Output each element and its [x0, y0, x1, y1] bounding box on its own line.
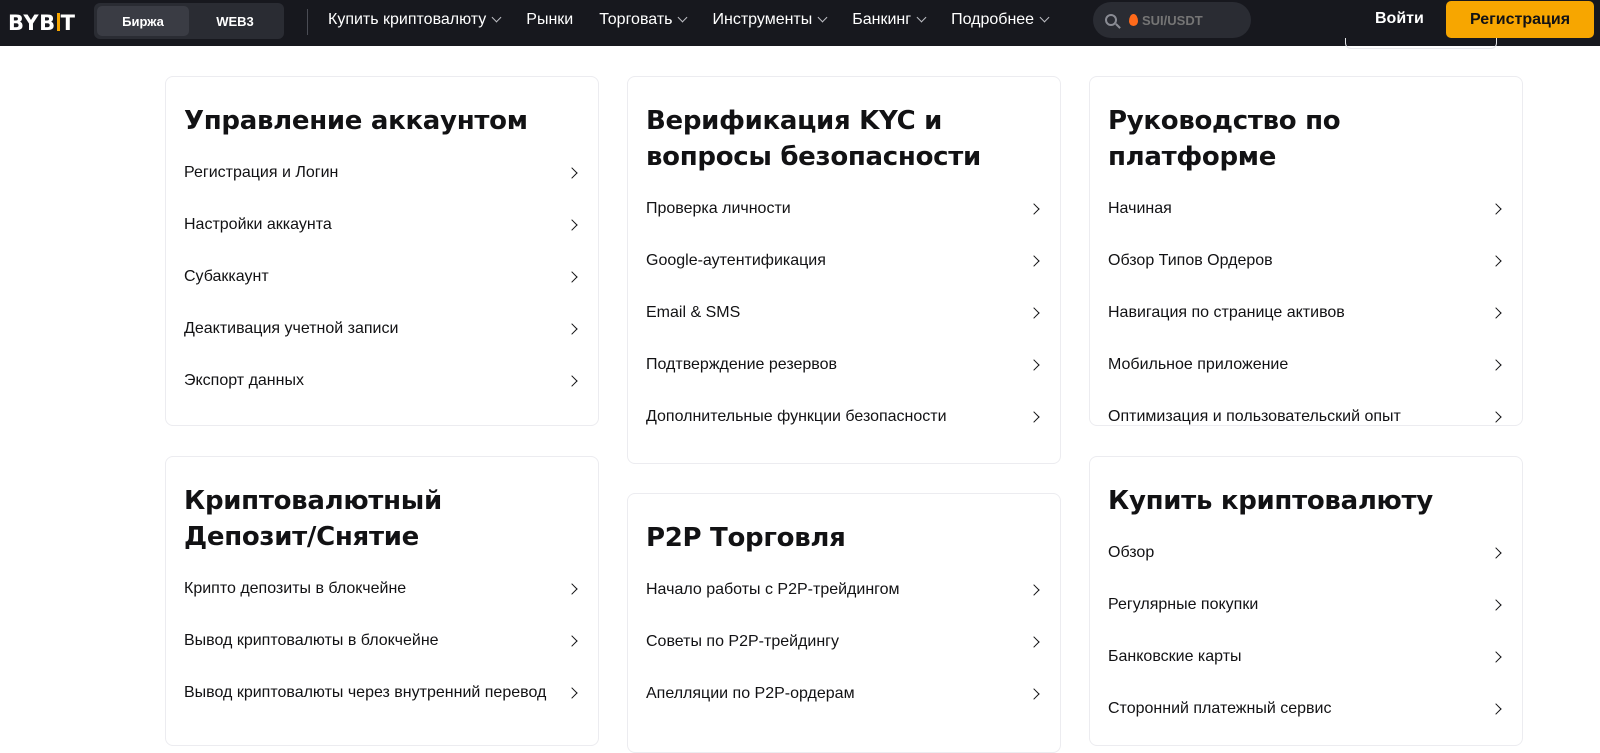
chevron-right-icon: [1490, 203, 1502, 215]
chevron-down-icon: [817, 12, 828, 23]
chevron-down-icon: [1039, 12, 1050, 23]
list-item[interactable]: Мобильное приложение: [1108, 339, 1504, 391]
card-list: Обзор Регулярные покупки Банковские карт…: [1108, 527, 1504, 735]
list-item[interactable]: Регулярные покупки: [1108, 579, 1504, 631]
segment-exchange[interactable]: Биржа: [97, 6, 189, 36]
list-item[interactable]: Навигация по странице активов: [1108, 287, 1504, 339]
chevron-right-icon: [566, 323, 578, 335]
list-item[interactable]: Советы по P2P-трейдингу: [646, 616, 1042, 668]
chevron-right-icon: [566, 375, 578, 387]
list-item[interactable]: Подтверждение резервов: [646, 339, 1042, 391]
chevron-right-icon: [1028, 307, 1040, 319]
nav-banking[interactable]: Банкинг: [852, 11, 927, 29]
list-item[interactable]: Вывод криптовалюты через внутренний пере…: [184, 667, 580, 719]
card-title: Купить криптовалюту: [1108, 486, 1433, 516]
chevron-right-icon: [1490, 359, 1502, 371]
list-item[interactable]: Дополнительные функции безопасности: [646, 391, 1042, 443]
chevron-right-icon: [1490, 599, 1502, 611]
chevron-right-icon: [1490, 411, 1502, 423]
register-button[interactable]: Регистрация: [1446, 1, 1594, 38]
nav-markets[interactable]: Рынки: [526, 11, 573, 29]
list-item[interactable]: Настройки аккаунта: [184, 199, 580, 251]
card-title: P2P Торговля: [646, 523, 846, 553]
nav-divider: [307, 9, 308, 35]
list-item[interactable]: Крипто депозиты в блокчейне: [184, 563, 580, 615]
chevron-right-icon: [1490, 255, 1502, 267]
card-list: Начиная Обзор Типов Ордеров Навигация по…: [1108, 183, 1504, 443]
list-item[interactable]: Обзор Типов Ордеров: [1108, 235, 1504, 287]
chevron-right-icon: [1490, 547, 1502, 559]
chevron-right-icon: [566, 635, 578, 647]
fire-icon: [1129, 14, 1138, 26]
card-list: Крипто депозиты в блокчейне Вывод крипто…: [184, 563, 580, 719]
chevron-right-icon: [1028, 636, 1040, 648]
nav-trade[interactable]: Торговать: [599, 11, 688, 29]
chevron-right-icon: [566, 687, 578, 699]
chevron-right-icon: [1028, 359, 1040, 371]
nav-tools[interactable]: Инструменты: [712, 11, 828, 29]
card-list: Регистрация и Логин Настройки аккаунта С…: [184, 147, 580, 407]
list-item[interactable]: Начало работы с P2P-трейдингом: [646, 564, 1042, 616]
nav-buy-crypto[interactable]: Купить криптовалюту: [328, 11, 502, 29]
card-platform-guide: Руководство по платформе Начиная Обзор Т…: [1089, 76, 1523, 426]
chevron-right-icon: [1028, 584, 1040, 596]
chevron-right-icon: [1490, 307, 1502, 319]
card-list: Проверка личности Google-аутентификация …: [646, 183, 1042, 443]
card-p2p-trading: P2P Торговля Начало работы с P2P-трейдин…: [627, 493, 1061, 753]
list-item[interactable]: Апелляции по P2P-ордерам: [646, 668, 1042, 720]
chevron-down-icon: [678, 12, 688, 23]
chevron-right-icon: [566, 219, 578, 231]
card-kyc-security: Верификация KYC и вопросы безопасности П…: [627, 76, 1061, 464]
list-item[interactable]: Email & SMS: [646, 287, 1042, 339]
list-item[interactable]: Обзор: [1108, 527, 1504, 579]
list-item[interactable]: Деактивация учетной записи: [184, 303, 580, 355]
list-item[interactable]: Регистрация и Логин: [184, 147, 580, 199]
chevron-down-icon: [916, 12, 927, 23]
list-item[interactable]: Сторонний платежный сервис: [1108, 683, 1504, 735]
list-item[interactable]: Банковские карты: [1108, 631, 1504, 683]
list-item[interactable]: Оптимизация и пользовательский опыт: [1108, 391, 1504, 443]
chevron-right-icon: [1028, 688, 1040, 700]
nav-more[interactable]: Подробнее: [951, 11, 1050, 29]
list-item[interactable]: Экспорт данных: [184, 355, 580, 407]
segment-web3[interactable]: WEB3: [189, 6, 281, 36]
card-title: Управление аккаунтом: [184, 106, 528, 136]
chevron-down-icon: [491, 12, 502, 23]
card-list: Начало работы с P2P-трейдингом Советы по…: [646, 564, 1042, 720]
card-title: Криптовалютный Депозит/Снятие: [184, 486, 442, 552]
exchange-web3-switch: Биржа WEB3: [94, 3, 284, 39]
partial-dropdown-edge: [1345, 38, 1497, 49]
chevron-right-icon: [1490, 703, 1502, 715]
bybit-logo[interactable]: BYB T: [8, 9, 75, 37]
chevron-right-icon: [566, 167, 578, 179]
search-icon: [1105, 14, 1117, 26]
card-crypto-deposit-withdrawal: Криптовалютный Депозит/Снятие Крипто деп…: [165, 456, 599, 746]
login-button[interactable]: Войти: [1375, 10, 1424, 28]
card-title: Руководство по платформе: [1108, 106, 1341, 172]
card-account-management: Управление аккаунтом Регистрация и Логин…: [165, 76, 599, 426]
card-buy-crypto: Купить криптовалюту Обзор Регулярные пок…: [1089, 456, 1523, 746]
list-item[interactable]: Субаккаунт: [184, 251, 580, 303]
chevron-right-icon: [1490, 651, 1502, 663]
main-nav: Купить криптовалюту Рынки Торговать Инст…: [328, 0, 1074, 40]
list-item[interactable]: Начиная: [1108, 183, 1504, 235]
list-item[interactable]: Google-аутентификация: [646, 235, 1042, 287]
card-title: Верификация KYC и вопросы безопасности: [646, 106, 981, 172]
search-input[interactable]: [1142, 12, 1242, 28]
chevron-right-icon: [1028, 203, 1040, 215]
search-box[interactable]: [1093, 2, 1251, 38]
list-item[interactable]: Вывод криптовалюты в блокчейне: [184, 615, 580, 667]
chevron-right-icon: [566, 271, 578, 283]
chevron-right-icon: [1028, 255, 1040, 267]
list-item[interactable]: Проверка личности: [646, 183, 1042, 235]
chevron-right-icon: [566, 583, 578, 595]
logo-accent-bar: [56, 13, 60, 31]
chevron-right-icon: [1028, 411, 1040, 423]
